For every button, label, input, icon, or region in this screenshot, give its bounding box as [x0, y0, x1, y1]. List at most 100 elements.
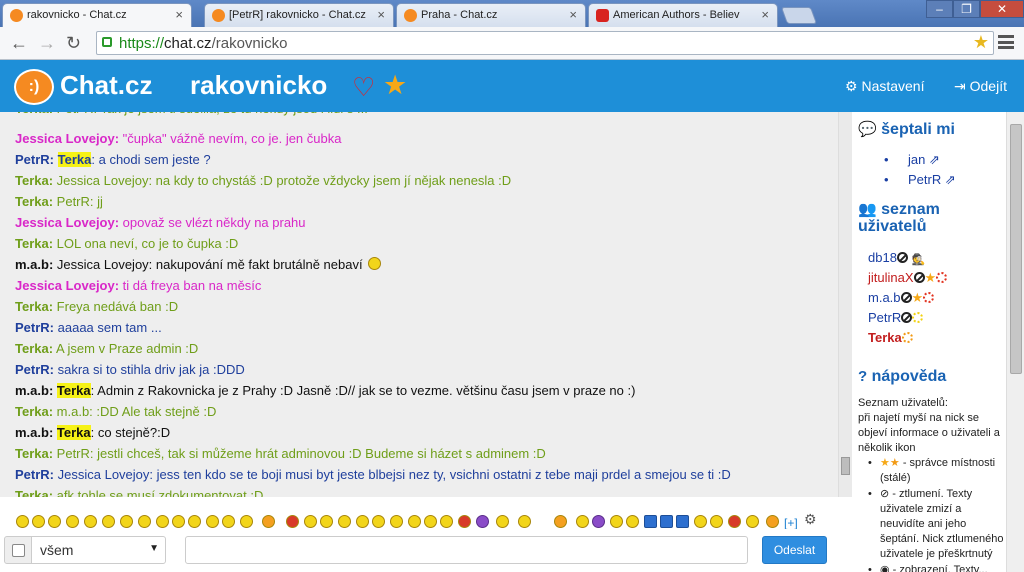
smiley-icon[interactable]: [222, 515, 235, 528]
right-scrollbar[interactable]: [1006, 112, 1024, 572]
message-nick[interactable]: Terka:: [15, 236, 53, 251]
smiley-icon[interactable]: [728, 515, 741, 528]
reload-icon[interactable]: ↻: [66, 33, 81, 54]
smiley-icon[interactable]: [356, 515, 369, 528]
smiley-icon[interactable]: [262, 515, 275, 528]
private-checkbox[interactable]: [4, 536, 32, 564]
logo-text[interactable]: Chat.cz: [60, 70, 152, 101]
chat-scrollbar[interactable]: [838, 112, 852, 497]
new-tab-button[interactable]: [780, 7, 818, 24]
smiley-icon[interactable]: [338, 515, 351, 528]
user-name[interactable]: PetrR: [868, 310, 901, 325]
minimize-icon[interactable]: –: [926, 0, 953, 18]
star-icon[interactable]: ★: [925, 270, 937, 285]
external-link-icon[interactable]: ⇗: [929, 152, 940, 167]
smiley-icon[interactable]: [694, 515, 707, 528]
close-tab-icon[interactable]: ×: [761, 7, 769, 22]
user-name[interactable]: Terka: [868, 330, 902, 345]
smiley-icon[interactable]: [424, 515, 437, 528]
ban-icon[interactable]: [901, 312, 913, 323]
smiley-icon[interactable]: [408, 515, 421, 528]
ban-icon[interactable]: [900, 292, 912, 303]
settings-link[interactable]: ⚙ Nastavení: [845, 78, 925, 95]
back-arrow-icon[interactable]: ←: [10, 33, 28, 54]
message-recipient-tag[interactable]: Terka: [56, 425, 91, 440]
user-mab[interactable]: m.a.b ★: [868, 290, 935, 306]
user-name[interactable]: m.a.b: [868, 290, 901, 305]
user-name[interactable]: db18: [868, 250, 897, 265]
smiley-icon[interactable]: [390, 515, 403, 528]
message-nick[interactable]: PetrR:: [15, 320, 54, 335]
star-icon[interactable]: ★: [912, 290, 924, 305]
whisper-user-jan[interactable]: jan ⇗: [884, 152, 940, 168]
smiley-icon[interactable]: [206, 515, 219, 528]
bookmark-star-icon[interactable]: ★: [973, 32, 989, 53]
whisper-user-name[interactable]: PetrR: [908, 172, 941, 187]
browser-tab-1[interactable]: rakovnicko - Chat.cz ×: [2, 3, 192, 27]
chat-logo-icon[interactable]: :): [14, 69, 54, 105]
maximize-icon[interactable]: ❐: [953, 0, 980, 18]
sun-icon[interactable]: [936, 272, 948, 283]
browser-tab-3[interactable]: Praha - Chat.cz ×: [396, 3, 586, 27]
smiley-icon[interactable]: [746, 515, 759, 528]
smiley-icon[interactable]: [102, 515, 115, 528]
smiley-icon[interactable]: [518, 515, 531, 528]
message-nick[interactable]: m.a.b:: [15, 257, 53, 272]
user-db18[interactable]: db18 🕵: [868, 250, 925, 266]
whisper-user-petrr[interactable]: PetrR ⇗: [884, 172, 956, 188]
smiley-icon[interactable]: [304, 515, 317, 528]
close-window-icon[interactable]: ✕: [980, 0, 1024, 18]
message-nick[interactable]: PetrR:: [15, 362, 54, 377]
smiley-icon[interactable]: [156, 515, 169, 528]
star-icon[interactable]: ★: [383, 70, 407, 101]
smiley-icon[interactable]: [320, 515, 333, 528]
smiley-icon[interactable]: [710, 515, 723, 528]
message-nick[interactable]: Terka:: [15, 173, 53, 188]
logout-link[interactable]: ⇥ Odejít: [954, 78, 1007, 95]
message-recipient-tag[interactable]: Terka: [57, 152, 92, 167]
smiley-icon[interactable]: [576, 515, 589, 528]
message-nick[interactable]: Jessica Lovejoy:: [15, 278, 119, 293]
close-tab-icon[interactable]: ×: [377, 7, 385, 22]
browser-tab-2[interactable]: [PetrR] rakovnicko - Chat.cz ×: [204, 3, 394, 27]
message-input[interactable]: [185, 536, 748, 564]
sun-icon[interactable]: [901, 332, 913, 343]
send-button[interactable]: Odeslat: [762, 536, 827, 564]
heart-icon[interactable]: ♡: [352, 72, 375, 103]
spy-icon[interactable]: 🕵: [912, 253, 926, 266]
menu-icon[interactable]: [998, 35, 1014, 49]
message-nick[interactable]: Terka:: [15, 112, 53, 116]
message-nick[interactable]: Terka:: [15, 404, 53, 419]
smiley-icon[interactable]: [610, 515, 623, 528]
message-nick[interactable]: Jessica Lovejoy:: [15, 131, 119, 146]
user-petrr[interactable]: PetrR: [868, 310, 924, 325]
smiley-icon[interactable]: [66, 515, 79, 528]
smiley-icon[interactable]: [676, 515, 689, 528]
ban-icon[interactable]: [913, 272, 925, 283]
message-nick[interactable]: Terka:: [15, 446, 53, 461]
smiley-icon[interactable]: [138, 515, 151, 528]
message-nick[interactable]: PetrR:: [15, 467, 54, 482]
smiley-icon[interactable]: [188, 515, 201, 528]
user-jitulinax[interactable]: jitulinaX ★: [868, 270, 948, 286]
sun-icon[interactable]: [912, 312, 924, 323]
recipient-select[interactable]: všem ▼: [31, 536, 166, 564]
message-recipient-tag[interactable]: Terka: [56, 383, 91, 398]
message-nick[interactable]: PetrR:: [15, 152, 54, 167]
address-bar[interactable]: https://chat.cz/rakovnicko ★: [96, 31, 994, 55]
checkbox-square[interactable]: [12, 544, 25, 557]
smiley-icon[interactable]: [458, 515, 471, 528]
smiley-icon[interactable]: [172, 515, 185, 528]
smiley-icon[interactable]: [240, 515, 253, 528]
smiley-icon[interactable]: [84, 515, 97, 528]
smiley-icon[interactable]: [592, 515, 605, 528]
smiley-icon[interactable]: [372, 515, 385, 528]
forward-arrow-icon[interactable]: →: [38, 33, 56, 54]
scrollbar-thumb[interactable]: [841, 457, 850, 475]
message-nick[interactable]: Jessica Lovejoy:: [15, 215, 119, 230]
gear-icon[interactable]: ⚙: [804, 511, 817, 528]
whisper-user-name[interactable]: jan: [908, 152, 925, 167]
external-link-icon[interactable]: ⇗: [945, 172, 956, 187]
smiley-icon[interactable]: [644, 515, 657, 528]
smiley-icon[interactable]: [554, 515, 567, 528]
